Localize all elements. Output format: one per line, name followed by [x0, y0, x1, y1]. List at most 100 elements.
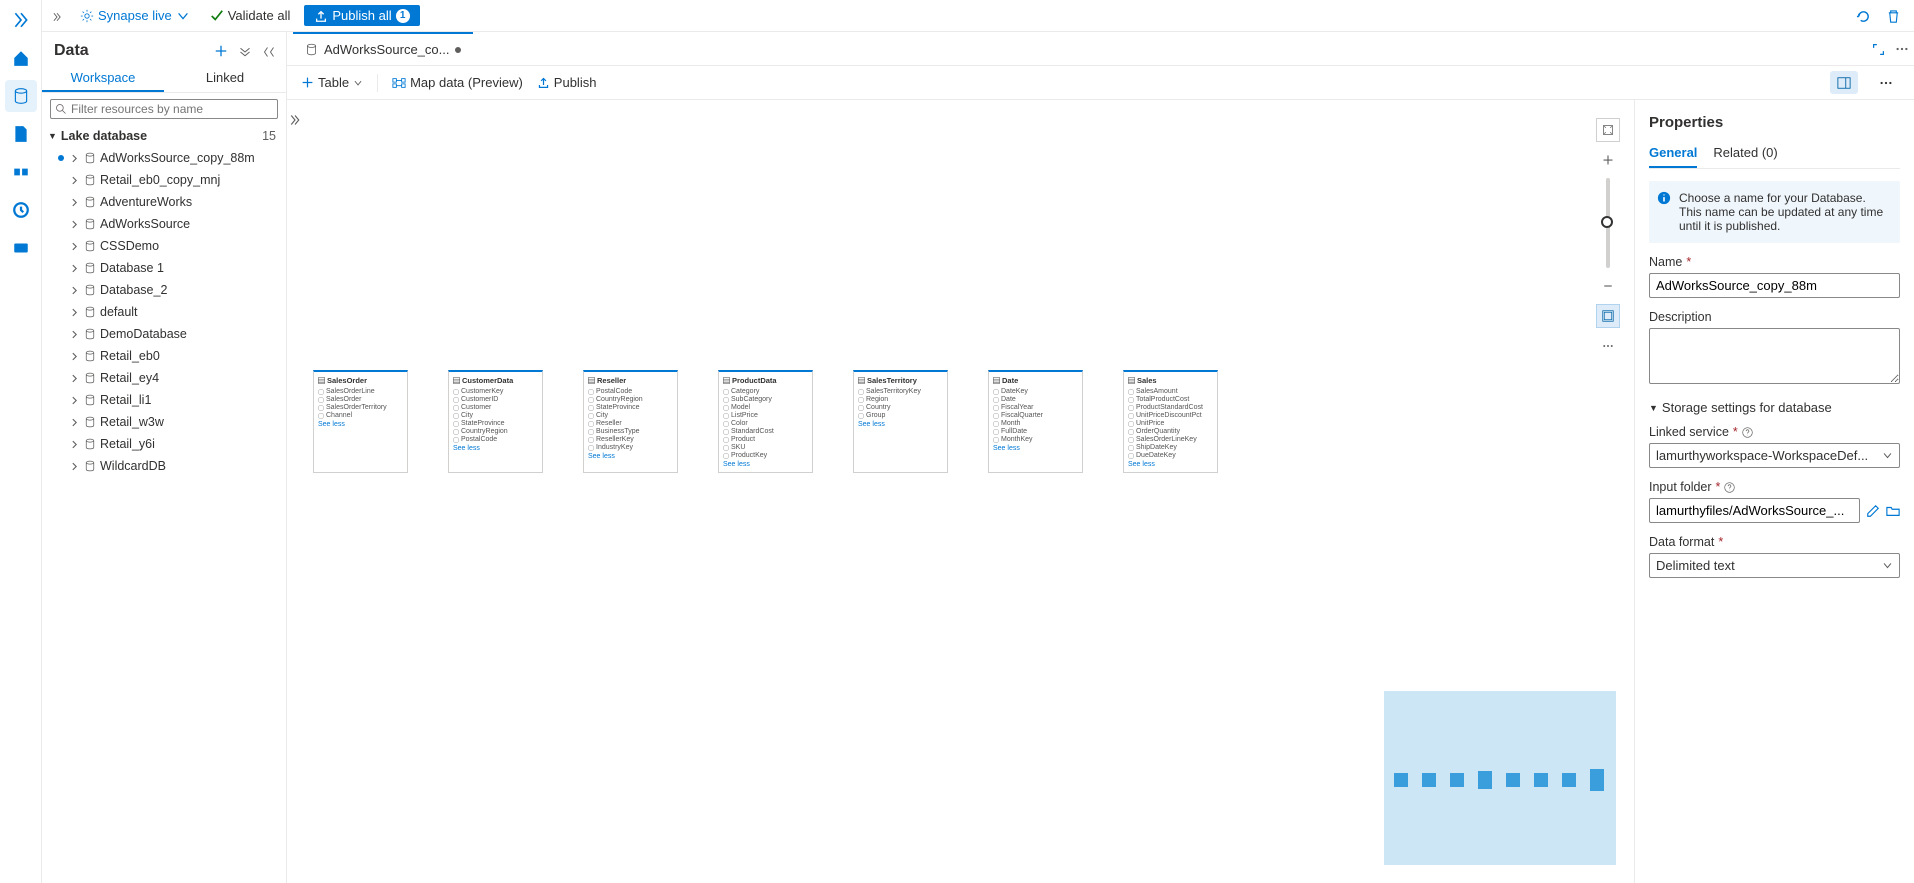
table-card[interactable]: SalesOrderSalesOrderLineSalesOrderSalesO…: [313, 370, 408, 473]
tree-chevron-icon[interactable]: [70, 327, 80, 341]
file-tab[interactable]: AdWorksSource_co...: [293, 32, 473, 65]
tree-item[interactable]: DemoDatabase: [42, 323, 286, 345]
explorer-add-icon[interactable]: [212, 44, 230, 59]
lake-database-group[interactable]: ▼ Lake database 15: [42, 125, 286, 147]
see-more-link[interactable]: See less: [453, 445, 538, 452]
map-data-button[interactable]: Map data (Preview): [392, 75, 523, 90]
live-mode-button[interactable]: Synapse live: [74, 6, 196, 25]
table-card[interactable]: DateDateKeyDateFiscalYearFiscalQuarterMo…: [988, 370, 1083, 473]
tree-item[interactable]: default: [42, 301, 286, 323]
tree-chevron-icon[interactable]: [70, 283, 80, 297]
tree-chevron-icon[interactable]: [70, 349, 80, 363]
minimap[interactable]: [1384, 691, 1616, 865]
zoom-fit-icon[interactable]: [1596, 118, 1620, 142]
zoom-in-icon[interactable]: [1596, 148, 1620, 172]
file-tab-more-icon[interactable]: [1890, 41, 1914, 56]
validate-all-button[interactable]: Validate all: [204, 6, 297, 25]
tree-item[interactable]: Retail_w3w: [42, 411, 286, 433]
canvas-more-icon[interactable]: [1596, 334, 1620, 358]
filter-input[interactable]: [71, 102, 273, 116]
see-more-link[interactable]: See less: [723, 461, 808, 468]
tree-item[interactable]: AdWorksSource_copy_88m: [42, 147, 286, 169]
hub-monitor-icon[interactable]: [5, 194, 37, 226]
props-tab-related[interactable]: Related (0): [1713, 141, 1777, 168]
description-input[interactable]: [1649, 328, 1900, 384]
input-folder-browse-icon[interactable]: [1886, 503, 1900, 519]
filter-input-wrapper[interactable]: [50, 99, 278, 119]
hub-data-icon[interactable]: [5, 80, 37, 112]
tree-item[interactable]: AdWorksSource: [42, 213, 286, 235]
see-more-link[interactable]: See less: [588, 453, 673, 460]
linked-service-help-icon[interactable]: [1742, 427, 1753, 438]
toolbar-refresh-icon[interactable]: [1852, 7, 1874, 24]
database-item-icon: [84, 262, 96, 274]
see-more-link[interactable]: See less: [858, 421, 943, 428]
see-more-link[interactable]: See less: [1128, 461, 1213, 468]
props-tab-general[interactable]: General: [1649, 141, 1697, 168]
tree-item[interactable]: Database_2: [42, 279, 286, 301]
tree-item[interactable]: CSSDemo: [42, 235, 286, 257]
breadcrumb-chevron-icon[interactable]: [52, 8, 66, 23]
tree-chevron-icon[interactable]: [70, 371, 80, 385]
tree-item[interactable]: WildcardDB: [42, 455, 286, 477]
tree-item-label: Retail_ey4: [100, 371, 159, 385]
table-column: Color: [723, 420, 808, 427]
data-format-select[interactable]: Delimited text: [1649, 553, 1900, 578]
tree-item[interactable]: Retail_y6i: [42, 433, 286, 455]
tree-chevron-icon[interactable]: [70, 415, 80, 429]
input-folder-help-icon[interactable]: [1724, 482, 1735, 493]
editor-more-icon[interactable]: [1872, 75, 1900, 91]
hub-develop-icon[interactable]: [5, 118, 37, 150]
see-more-link[interactable]: See less: [993, 445, 1078, 452]
toolbar-discard-icon[interactable]: [1882, 7, 1904, 24]
tree-item[interactable]: AdventureWorks: [42, 191, 286, 213]
tree-chevron-icon[interactable]: [70, 305, 80, 319]
zoom-out-icon[interactable]: [1596, 274, 1620, 298]
tree-chevron-icon[interactable]: [70, 239, 80, 253]
name-input[interactable]: [1649, 273, 1900, 298]
maximize-editor-icon[interactable]: [1866, 41, 1890, 55]
tree-chevron-icon[interactable]: [70, 459, 80, 473]
tree-chevron-icon[interactable]: [70, 393, 80, 407]
tree-item[interactable]: Database 1: [42, 257, 286, 279]
tree-item[interactable]: Retail_eb0_copy_mnj: [42, 169, 286, 191]
publish-all-button[interactable]: Publish all 1: [304, 5, 419, 26]
properties-title: Properties: [1649, 114, 1900, 131]
tree-chevron-icon[interactable]: [70, 195, 80, 209]
tree-item[interactable]: Retail_eb0: [42, 345, 286, 367]
explorer-collapse-icon[interactable]: [260, 44, 278, 58]
explorer-expand-icon[interactable]: [236, 44, 254, 58]
table-card[interactable]: CustomerDataCustomerKeyCustomerIDCustome…: [448, 370, 543, 473]
zoom-slider[interactable]: [1606, 178, 1610, 268]
tree-chevron-icon[interactable]: [70, 261, 80, 275]
storage-settings-header[interactable]: ▼ Storage settings for database: [1649, 400, 1900, 415]
toggle-minimap-icon[interactable]: [1596, 304, 1620, 328]
publish-db-button[interactable]: Publish: [537, 75, 597, 90]
see-more-link[interactable]: See less: [318, 421, 403, 428]
table-card[interactable]: ResellerPostalCodeCountryRegionStateProv…: [583, 370, 678, 473]
tree-chevron-icon[interactable]: [70, 217, 80, 231]
hub-toggle-icon[interactable]: [5, 4, 37, 36]
hub-manage-icon[interactable]: [5, 232, 37, 264]
table-card[interactable]: SalesSalesAmountTotalProductCostProductS…: [1123, 370, 1218, 473]
hub-integrate-icon[interactable]: [5, 156, 37, 188]
canvas-expand-gutter-icon[interactable]: [287, 100, 303, 883]
designer-canvas[interactable]: SalesOrderSalesOrderLineSalesOrderSalesO…: [303, 100, 1634, 883]
add-table-button[interactable]: Table: [301, 75, 363, 90]
input-folder-edit-icon[interactable]: [1866, 503, 1880, 519]
tab-linked[interactable]: Linked: [164, 64, 286, 92]
table-column: SubCategory: [723, 396, 808, 403]
toggle-properties-icon[interactable]: [1830, 71, 1858, 95]
hub-home-icon[interactable]: [5, 42, 37, 74]
tree-chevron-icon[interactable]: [70, 151, 80, 165]
table-card[interactable]: ProductDataCategorySubCategoryModelListP…: [718, 370, 813, 473]
tree-chevron-icon[interactable]: [70, 173, 80, 187]
table-column: CustomerKey: [453, 388, 538, 395]
tree-item[interactable]: Retail_li1: [42, 389, 286, 411]
tab-workspace[interactable]: Workspace: [42, 64, 164, 92]
linked-service-select[interactable]: lamurthyworkspace-WorkspaceDef...: [1649, 443, 1900, 468]
input-folder-input[interactable]: [1649, 498, 1860, 523]
table-card[interactable]: SalesTerritorySalesTerritoryKeyRegionCou…: [853, 370, 948, 473]
tree-chevron-icon[interactable]: [70, 437, 80, 451]
tree-item[interactable]: Retail_ey4: [42, 367, 286, 389]
